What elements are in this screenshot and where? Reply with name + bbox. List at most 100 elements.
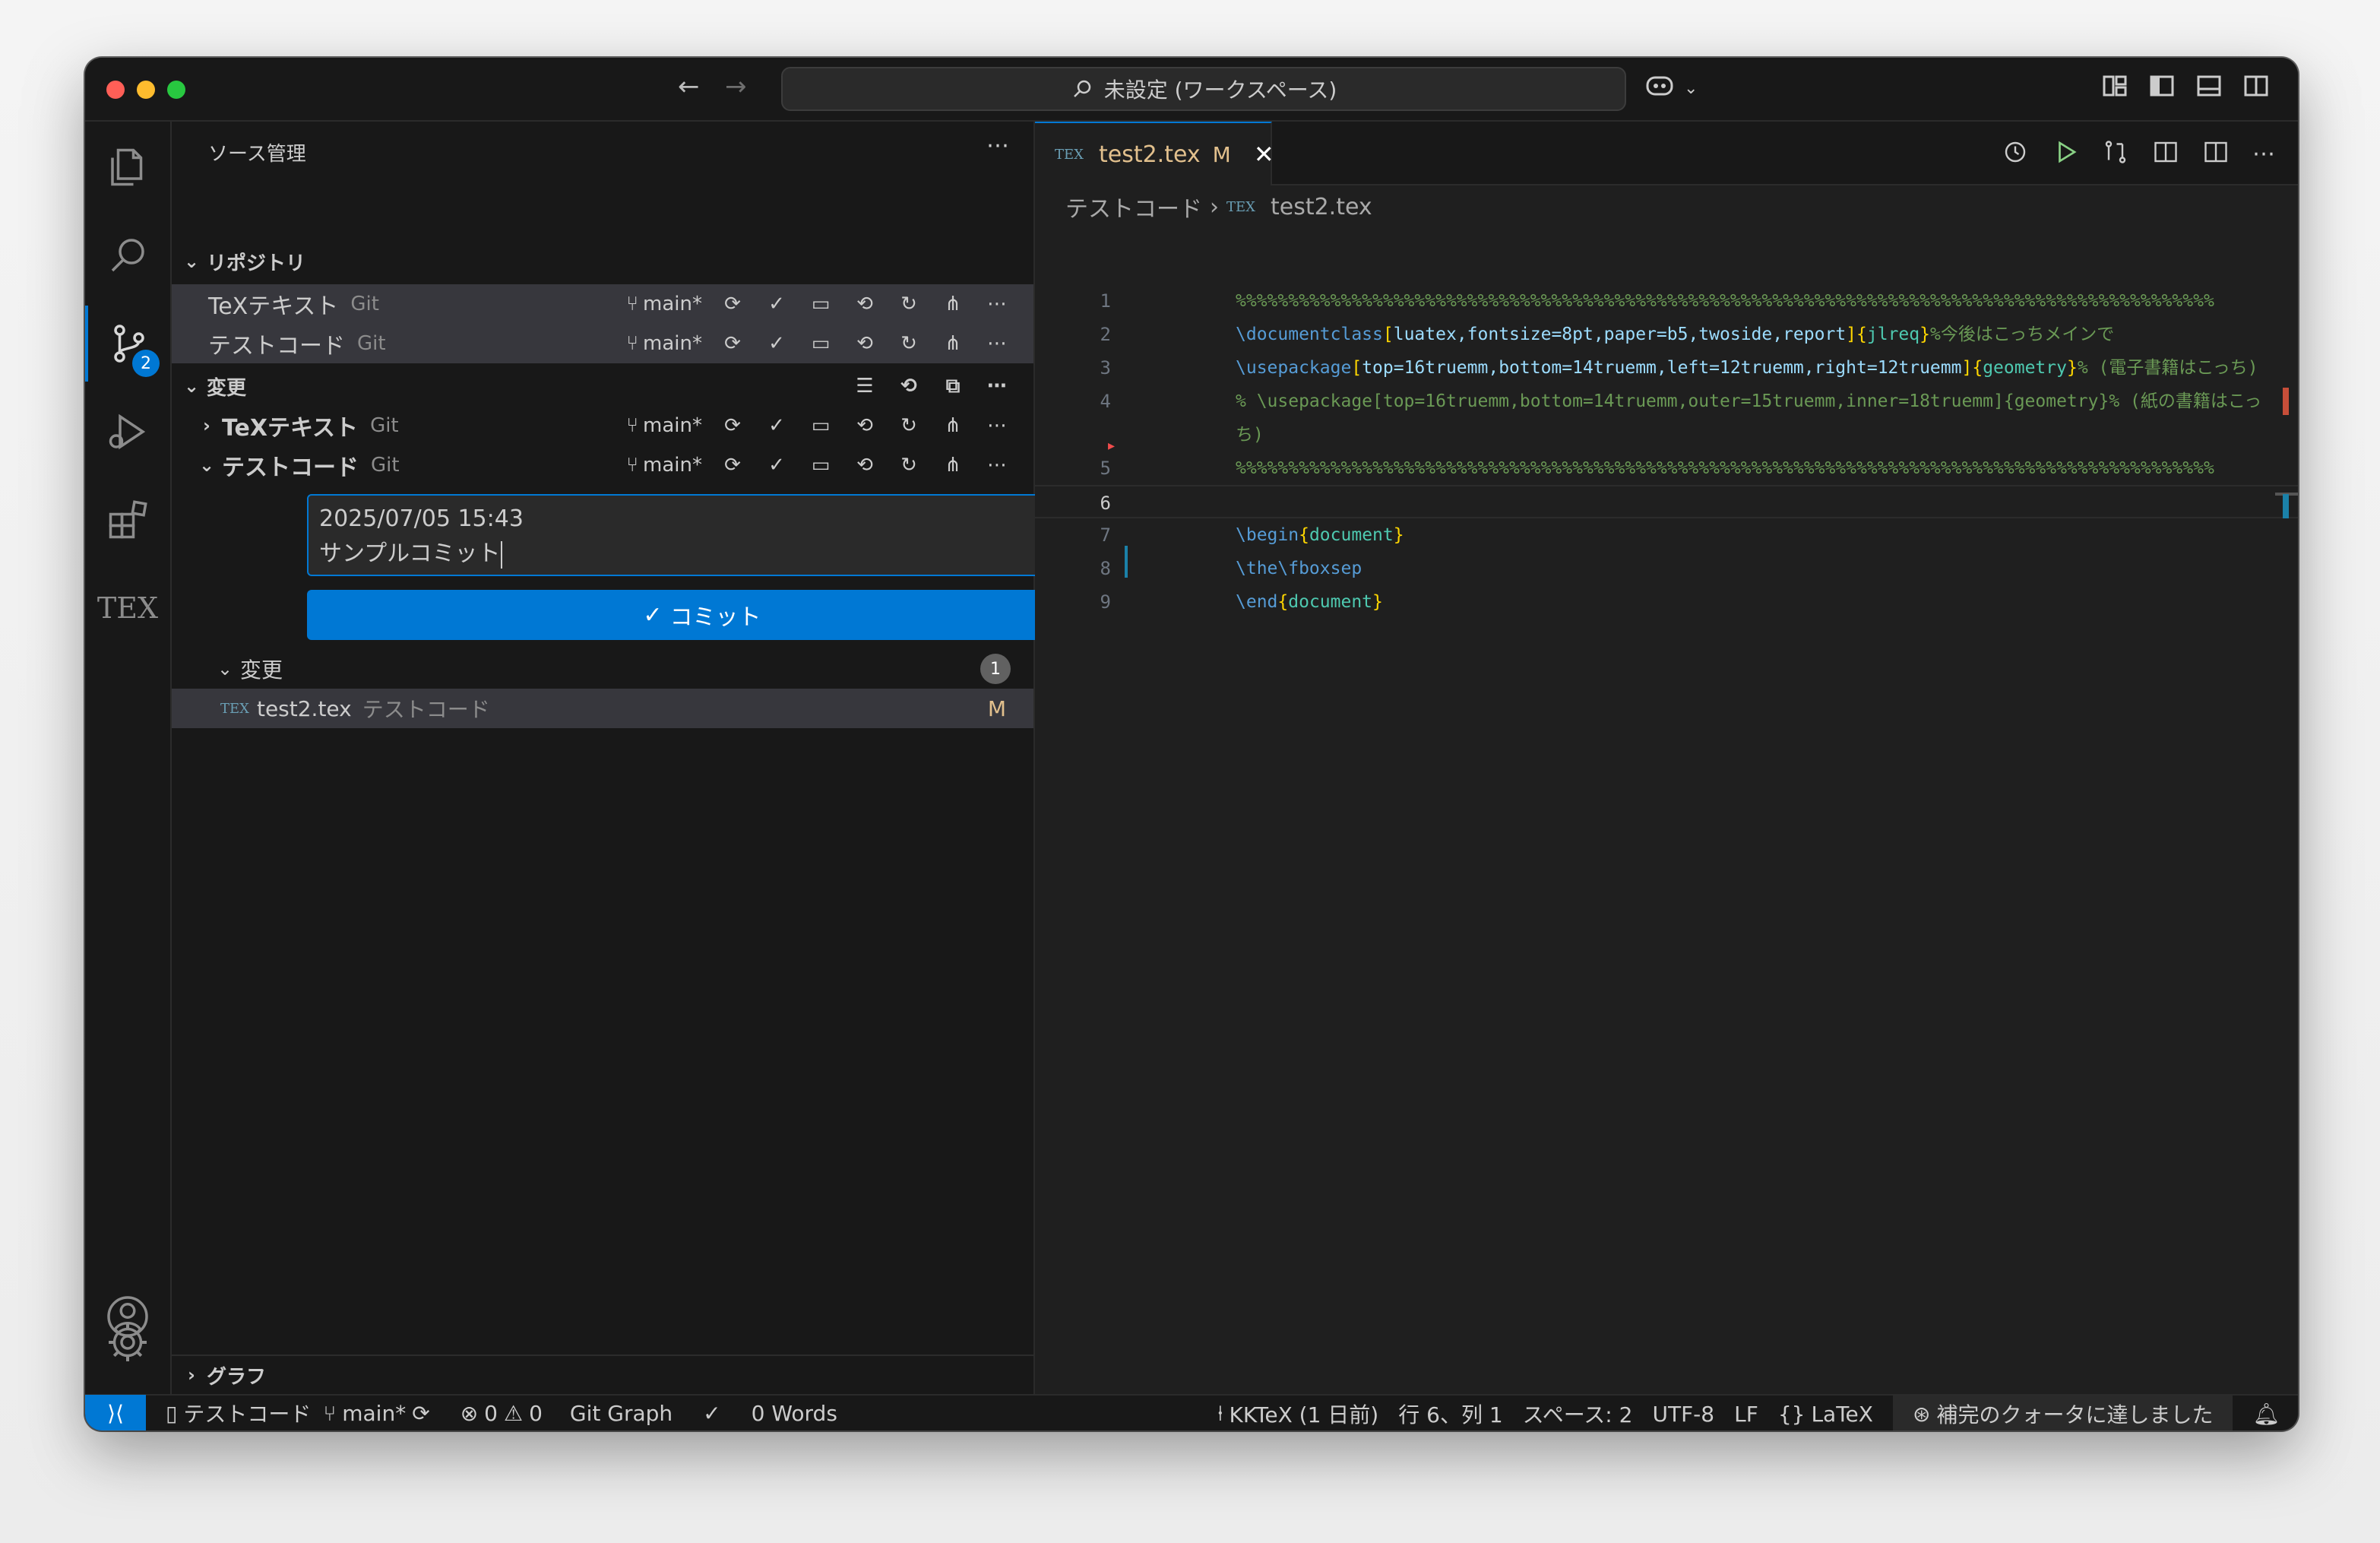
branch-indicator[interactable]: ⑂ main* (626, 414, 702, 437)
refresh-icon[interactable]: ↻ (895, 290, 923, 318)
status-encoding[interactable]: UTF-8 (1652, 1402, 1714, 1427)
close-window-button[interactable] (106, 81, 125, 99)
history-icon[interactable]: ⟲ (851, 290, 878, 318)
status-problems[interactable]: ⊗ 0 ⚠ 0 (460, 1401, 543, 1426)
search-icon[interactable] (85, 217, 170, 293)
back-arrow-icon[interactable]: ← (678, 71, 700, 102)
split-editor-icon[interactable] (2202, 138, 2230, 169)
refresh-icon[interactable]: ↻ (895, 330, 923, 357)
generate-message-icon[interactable]: ▭ (807, 451, 834, 479)
copilot-icon[interactable] (1644, 73, 1675, 105)
toggle-secondary-sidebar-icon[interactable] (2243, 73, 2269, 105)
forward-arrow-icon[interactable]: → (725, 71, 747, 102)
change-group-row[interactable]: › TeXテキスト Git ⑂ main* ⟳ ✓ ▭ ⟲ ↻ ⋔ ⋯ (172, 406, 1033, 445)
copilot-dropdown-chevron-icon[interactable]: ⌄ (1684, 79, 1698, 98)
graph-section-header[interactable]: › グラフ (172, 1354, 1033, 1394)
breadcrumb-file[interactable]: test2.tex (1271, 194, 1372, 220)
code-line[interactable]: 1%%%%%%%%%%%%%%%%%%%%%%%%%%%%%%%%%%%%%%%… (1035, 284, 2298, 318)
open-preview-icon[interactable] (2152, 138, 2179, 169)
toggle-panel-icon[interactable] (2196, 73, 2222, 105)
code-line[interactable]: 8 \the\fboxsep (1035, 552, 2298, 585)
status-branch[interactable]: ⑂ main* ⟳ (323, 1401, 429, 1426)
source-control-icon[interactable]: 2 (85, 306, 170, 382)
explorer-icon[interactable] (85, 129, 170, 205)
commit-check-icon[interactable]: ✓ (763, 290, 790, 318)
commit-check-icon[interactable]: ✓ (763, 330, 790, 357)
more-actions-icon[interactable]: ⋯ (2252, 141, 2275, 167)
sync-icon[interactable]: ⟳ (719, 412, 746, 439)
status-eol[interactable]: LF (1734, 1402, 1758, 1427)
view-as-list-icon[interactable]: ☰ (851, 372, 878, 400)
code-editor[interactable]: 1%%%%%%%%%%%%%%%%%%%%%%%%%%%%%%%%%%%%%%%… (1035, 284, 2298, 619)
sidebar-more-icon[interactable]: ⋯ (986, 132, 1011, 159)
tab-test2-tex[interactable]: TEX test2.tex M ✕ (1035, 122, 1274, 185)
history-icon[interactable]: ⟲ (895, 372, 923, 400)
generate-message-icon[interactable]: ▭ (807, 330, 834, 357)
tex-workshop-icon[interactable]: TEX (85, 570, 170, 646)
more-actions-icon[interactable]: ⋯ (983, 451, 1011, 479)
commit-button[interactable]: ✓ コミット ⌄ (307, 590, 1097, 640)
code-line[interactable]: ち) (1035, 418, 2298, 451)
run-debug-icon[interactable] (85, 394, 170, 470)
code-line[interactable]: 4 % \usepackage[top=16truemm,bottom=14tru… (1035, 385, 2298, 418)
sync-icon[interactable]: ⟳ (719, 451, 746, 479)
branch-indicator[interactable]: ⑂ main* (626, 293, 702, 315)
timeline-icon[interactable] (2002, 138, 2029, 169)
status-git-graph[interactable]: Git Graph (570, 1401, 673, 1426)
more-actions-icon[interactable]: ⋯ (983, 330, 1011, 357)
more-actions-icon[interactable]: ⋯ (983, 412, 1011, 439)
graph-icon[interactable]: ⋔ (939, 290, 967, 318)
compare-changes-icon[interactable] (2102, 138, 2129, 169)
repositories-section-header[interactable]: ⌄ リポジトリ (172, 242, 1033, 281)
graph-icon[interactable]: ⋔ (939, 412, 967, 439)
history-icon[interactable]: ⟲ (851, 330, 878, 357)
gear-icon[interactable] (85, 1304, 170, 1380)
commit-check-icon[interactable]: ✓ (763, 451, 790, 479)
status-copilot-quota[interactable]: ⊛ 補完のクォータに達しました (1892, 1396, 2233, 1431)
branch-indicator[interactable]: ⑂ main* (626, 332, 702, 355)
changed-file-row[interactable]: TEX test2.tex テストコード M (172, 689, 1033, 728)
history-icon[interactable]: ⟲ (851, 412, 878, 439)
commit-check-icon[interactable]: ✓ (763, 412, 790, 439)
minimize-window-button[interactable] (137, 81, 155, 99)
toggle-primary-sidebar-icon[interactable] (2149, 73, 2175, 105)
generate-message-icon[interactable]: ▭ (807, 290, 834, 318)
status-repo[interactable]: ▯ テストコード (166, 1398, 311, 1428)
command-center-search[interactable]: 未設定 (ワークスペース) (781, 67, 1626, 111)
graph-icon[interactable]: ⋔ (939, 451, 967, 479)
code-line[interactable]: 6 (1035, 485, 2298, 518)
sync-icon[interactable]: ⟳ (719, 290, 746, 318)
run-icon[interactable] (2052, 138, 2079, 169)
refresh-icon[interactable]: ↻ (895, 412, 923, 439)
generate-message-icon[interactable]: ▭ (807, 412, 834, 439)
refresh-icon[interactable]: ↻ (895, 451, 923, 479)
status-cursor-position[interactable]: 行 6、列 1 (1398, 1399, 1502, 1429)
status-kktex[interactable]: ⍿ KKTeX (1 日前) (1217, 1399, 1378, 1429)
graph-icon[interactable]: ⋔ (939, 330, 967, 357)
branch-indicator[interactable]: ⑂ main* (626, 454, 702, 477)
code-line[interactable]: 7 \begin{document} (1035, 518, 2298, 552)
code-line[interactable]: 2 \documentclass[luatex,fontsize=8pt,pape… (1035, 318, 2298, 351)
breadcrumb-folder[interactable]: テストコード (1065, 190, 1202, 223)
more-actions-icon[interactable]: ⋯ (983, 372, 1011, 400)
repository-row[interactable]: TeXテキスト Git ⑂ main* ⟳ ✓ ▭ ⟲ ↻ ⋔ ⋯ (172, 284, 1033, 324)
close-icon[interactable]: ✕ (1254, 140, 1274, 169)
code-line[interactable]: 5%%%%%%%%%%%%%%%%%%%%%%%%%%%%%%%%%%%%%%%… (1035, 451, 2298, 485)
status-word-count[interactable]: 0 Words (752, 1401, 837, 1426)
collapse-all-icon[interactable]: ⧉ (939, 372, 967, 400)
code-line[interactable]: 3 \usepackage[top=16truemm,bottom=14truem… (1035, 351, 2298, 385)
sync-icon[interactable]: ⟳ (719, 330, 746, 357)
history-icon[interactable]: ⟲ (851, 451, 878, 479)
change-group-row[interactable]: ⌄ テストコード Git ⑂ main* ⟳ ✓ ▭ ⟲ ↻ ⋔ ⋯ (172, 445, 1033, 485)
status-language[interactable]: {} LaTeX (1778, 1402, 1873, 1427)
status-indentation[interactable]: スペース: 2 (1523, 1399, 1633, 1429)
code-line[interactable]: 9 \end{document} (1035, 585, 2298, 619)
customize-layout-icon[interactable] (2102, 73, 2128, 105)
changes-subheader-row[interactable]: ⌄ 変更 1 (172, 649, 1033, 689)
changes-section-header[interactable]: ⌄ 変更 ☰ ⟲ ⧉ ⋯ (172, 366, 1033, 406)
extensions-icon[interactable] (85, 482, 170, 558)
remote-indicator-icon[interactable]: ⟩⟨ (85, 1395, 146, 1431)
commit-message-input[interactable]: 2025/07/05 15:43 サンプルコミット ✧ (307, 494, 1097, 576)
check-icon[interactable]: ✓ (703, 1401, 720, 1426)
repository-row[interactable]: テストコード Git ⑂ main* ⟳ ✓ ▭ ⟲ ↻ ⋔ ⋯ (172, 324, 1033, 363)
